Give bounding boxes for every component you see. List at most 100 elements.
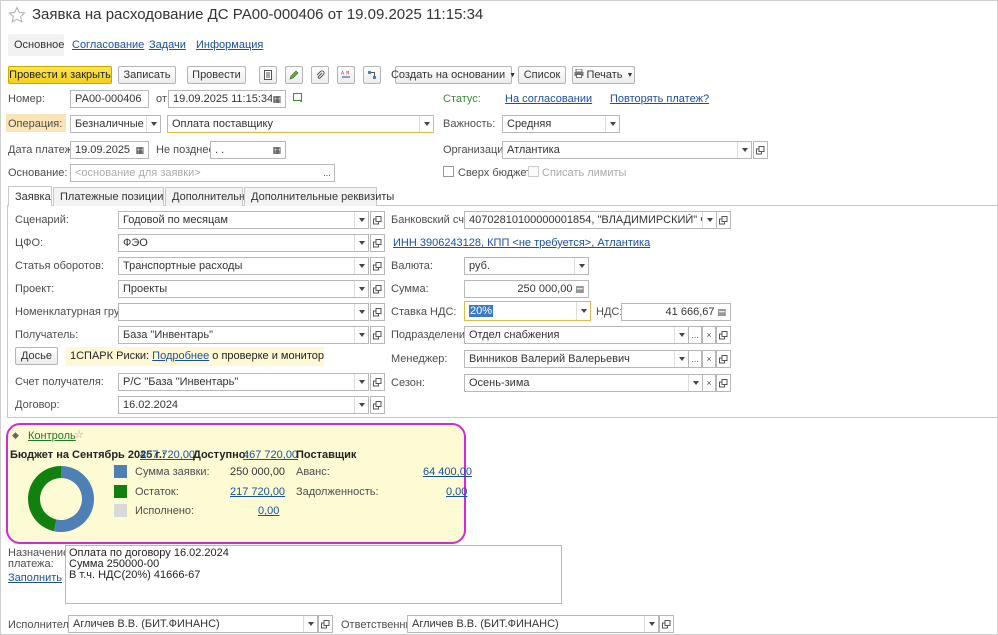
collapse-icon[interactable]: ◆	[12, 430, 19, 441]
create-based-on-button[interactable]: Создать на основании ▼	[391, 66, 516, 84]
dropdown-arrow-icon[interactable]	[674, 327, 688, 343]
tab-request[interactable]: Заявка	[8, 186, 52, 206]
dropdown-arrow-icon[interactable]	[354, 327, 368, 343]
spark-details-link[interactable]: Подробнее	[152, 350, 209, 362]
open-icon[interactable]	[659, 615, 674, 633]
calculator-icon[interactable]: ▤	[717, 307, 726, 318]
recipient-account-select[interactable]: Р/С "База "Инвентарь"	[118, 373, 369, 391]
structure-icon[interactable]	[363, 66, 381, 84]
responsible-select[interactable]: Агличев В.В. (БИТ.ФИНАНС)	[407, 615, 659, 633]
tab-main[interactable]: Основное	[8, 34, 64, 56]
advance-value-link[interactable]: 64 400,00	[423, 466, 472, 478]
dropdown-arrow-icon[interactable]	[354, 304, 368, 320]
tab-additional[interactable]: Дополнительно	[165, 187, 251, 206]
post-button[interactable]: Провести	[187, 66, 246, 84]
contract-select[interactable]: 16.02.2024	[118, 396, 369, 414]
dropdown-arrow-icon[interactable]	[354, 235, 368, 251]
cfo-select[interactable]: ФЭО	[118, 234, 369, 252]
operation-kind-select[interactable]: Оплата поставщику	[167, 115, 434, 133]
importance-select[interactable]: Средняя	[502, 115, 620, 133]
inn-link[interactable]: ИНН 3906243128, КПП <не требуется>, Атла…	[393, 237, 650, 249]
open-icon[interactable]	[716, 374, 731, 392]
clear-icon[interactable]: ×	[702, 350, 716, 368]
date-field[interactable]: 19.09.2025 11:15:34 ▦	[168, 90, 286, 108]
basis-field[interactable]: <основание для заявки>	[70, 164, 334, 182]
dropdown-arrow-icon[interactable]	[419, 116, 433, 132]
open-icon[interactable]	[370, 257, 385, 275]
tab-additional-props[interactable]: Дополнительные реквизиты	[244, 187, 394, 206]
clear-icon[interactable]: ×	[702, 374, 716, 392]
bank-account-select[interactable]: 40702810100000001854, "ВЛАДИМИРСКИЙ" ФБ …	[464, 211, 717, 229]
calendar-icon[interactable]: ▦	[272, 94, 281, 105]
tab-info[interactable]: Информация	[196, 39, 263, 51]
favorite-star-icon[interactable]	[8, 6, 26, 27]
dropdown-arrow-icon[interactable]	[354, 258, 368, 274]
sum-field[interactable]: 250 000,00 ▤	[464, 280, 589, 298]
vat-rate-select[interactable]: 20%	[464, 301, 591, 321]
debt-value-link[interactable]: 0,00	[446, 486, 467, 498]
dropdown-arrow-icon[interactable]	[354, 212, 368, 228]
ellipsis-icon[interactable]: ...	[320, 164, 335, 182]
open-icon[interactable]	[716, 350, 731, 368]
legend-remainder-value[interactable]: 217 720,00	[230, 486, 285, 498]
open-icon[interactable]	[370, 396, 385, 414]
attachment-icon[interactable]	[311, 66, 329, 84]
dropdown-arrow-icon[interactable]	[644, 616, 658, 632]
dropdown-arrow-icon[interactable]	[605, 116, 619, 132]
calendar-icon[interactable]: ▦	[135, 145, 144, 156]
dropdown-arrow-icon[interactable]	[576, 302, 590, 320]
status-link[interactable]: На согласовании	[505, 93, 592, 105]
currency-select[interactable]: руб.	[464, 257, 589, 275]
open-icon[interactable]	[318, 615, 333, 633]
purpose-textarea[interactable]: Оплата по договору 16.02.2024 Сумма 2500…	[65, 545, 562, 604]
sort-icon[interactable]: АЯ	[337, 66, 355, 84]
calendar-icon[interactable]: ▦	[272, 145, 281, 156]
open-icon[interactable]	[370, 280, 385, 298]
organization-select[interactable]: Атлантика	[502, 141, 752, 159]
dropdown-arrow-icon[interactable]	[674, 351, 688, 367]
open-icon[interactable]	[716, 211, 731, 229]
repeat-payment-link[interactable]: Повторять платеж?	[610, 93, 709, 105]
dropdown-arrow-icon[interactable]	[737, 142, 751, 158]
dropdown-arrow-icon[interactable]	[702, 212, 716, 228]
project-select[interactable]: Проекты	[118, 280, 369, 298]
dossier-button[interactable]: Досье	[15, 347, 58, 365]
open-icon[interactable]	[370, 211, 385, 229]
document-icon[interactable]	[259, 66, 277, 84]
control-title-link[interactable]: Контроль	[28, 430, 76, 442]
star-icon[interactable]: ☆	[74, 428, 84, 441]
dropdown-arrow-icon[interactable]	[354, 374, 368, 390]
open-icon[interactable]	[753, 141, 768, 159]
dropdown-arrow-icon[interactable]	[688, 375, 702, 391]
ellipsis-icon[interactable]: ...	[688, 326, 702, 344]
open-icon[interactable]	[370, 303, 385, 321]
fill-link[interactable]: Заполнить	[8, 572, 62, 584]
executor-select[interactable]: Агличев В.В. (БИТ.ФИНАНС)	[68, 615, 318, 633]
season-select[interactable]: Осень-зима	[464, 374, 703, 392]
edit-icon[interactable]	[285, 66, 303, 84]
operation-type-select[interactable]: Безналичные	[70, 115, 161, 133]
tab-approval[interactable]: Согласование	[72, 39, 144, 51]
not-later-field[interactable]: . . ▦	[210, 141, 286, 159]
calendar-extra-icon[interactable]	[293, 92, 304, 106]
department-select[interactable]: Отдел снабжения	[464, 326, 689, 344]
dropdown-arrow-icon[interactable]	[574, 258, 588, 274]
recipient-select[interactable]: База "Инвентарь"	[118, 326, 369, 344]
vat-field[interactable]: 41 666,67 ▤	[621, 303, 731, 321]
manager-select[interactable]: Винников Валерий Валерьевич	[464, 350, 689, 368]
open-icon[interactable]	[716, 326, 731, 344]
ellipsis-icon[interactable]: ...	[688, 350, 702, 368]
clear-icon[interactable]: ×	[702, 326, 716, 344]
legend-executed-value[interactable]: 0,00	[258, 505, 279, 517]
nomenclature-select[interactable]	[118, 303, 369, 321]
dropdown-arrow-icon[interactable]	[354, 281, 368, 297]
available-value-link[interactable]: 467 720,00	[243, 449, 298, 461]
write-off-limits-checkbox[interactable]	[528, 166, 539, 177]
over-budget-checkbox[interactable]	[443, 166, 454, 177]
budget-value-link[interactable]: 467 720,00	[140, 449, 195, 461]
open-icon[interactable]	[370, 326, 385, 344]
save-button[interactable]: Записать	[118, 66, 176, 84]
dropdown-arrow-icon[interactable]	[146, 116, 160, 132]
open-icon[interactable]	[370, 234, 385, 252]
list-button[interactable]: Список	[518, 66, 566, 84]
